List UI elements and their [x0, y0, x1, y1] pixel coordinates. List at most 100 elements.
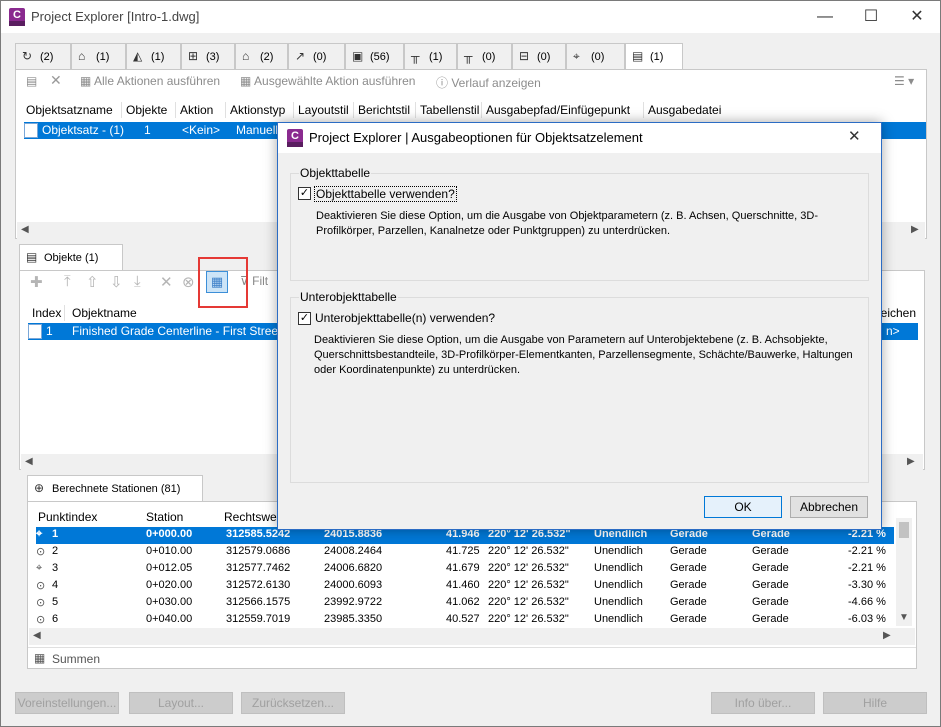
- cell-north: 24008.2464: [324, 545, 383, 557]
- scroll-left-icon[interactable]: ◀: [21, 224, 29, 235]
- scroll-right-icon[interactable]: ▶: [883, 630, 891, 641]
- crosshair-icon: ⊕: [34, 481, 45, 495]
- object-type-tab-11[interactable]: ⌖ (0): [566, 43, 625, 69]
- new-set-icon[interactable]: ▤: [26, 74, 37, 88]
- stations-horizontal-scrollbar[interactable]: ◀ ▶: [29, 628, 915, 645]
- stations-vertical-scrollbar[interactable]: ▼: [896, 518, 912, 626]
- summary-tab[interactable]: Summen: [52, 652, 100, 666]
- remove-icon[interactable]: ✕: [160, 273, 173, 291]
- subobject-table-checkbox[interactable]: ✓: [298, 312, 311, 325]
- pi-point-icon: ⌖: [36, 528, 43, 540]
- station-point-icon: ⊙: [36, 546, 46, 558]
- object-type-tab-10[interactable]: ⊟ (0): [512, 43, 566, 69]
- scroll-right-icon[interactable]: ▶: [907, 456, 915, 467]
- row-marker: [28, 324, 42, 339]
- cell-t2: Gerade: [752, 545, 789, 557]
- run-all-button[interactable]: ▦ Alle Aktionen ausführen: [80, 74, 220, 88]
- cell-station: 0+040.00: [146, 613, 193, 625]
- object-type-tab-3[interactable]: ◭ (1): [126, 43, 181, 69]
- cell-t1: Gerade: [670, 579, 707, 591]
- object-type-tab-5[interactable]: ⌂ (2): [235, 43, 288, 69]
- close-button[interactable]: ✕: [894, 1, 940, 33]
- object-type-tab-2[interactable]: ⌂ (1): [71, 43, 126, 69]
- objects-tab-icon: ▤: [26, 250, 38, 264]
- cell-dir: 220° 12' 26.532": [488, 562, 569, 574]
- layout-button[interactable]: Layout...: [129, 692, 233, 714]
- presets-button[interactable]: Voreinstellungen...: [15, 692, 119, 714]
- scroll-right-icon[interactable]: ▶: [911, 224, 919, 235]
- stations-tab[interactable]: ⊕ Berechnete Stationen (81): [27, 475, 203, 502]
- object-type-tab-6[interactable]: ↗ (0): [288, 43, 345, 69]
- ok-button[interactable]: OK: [704, 496, 782, 518]
- column-header[interactable]: Ausgabedatei: [648, 103, 721, 117]
- subobject-table-checkbox-label[interactable]: Unterobjekttabelle(n) verwenden?: [315, 311, 495, 325]
- dialog-close-button[interactable]: ✕: [848, 127, 861, 145]
- tab-type-icon: ╥: [411, 49, 420, 63]
- clear-icon[interactable]: ⊗: [182, 273, 195, 291]
- reset-button[interactable]: Zurücksetzen...: [241, 692, 345, 714]
- point-index: 3: [52, 562, 59, 574]
- layout-menu-icon[interactable]: ☰ ▾: [894, 74, 914, 88]
- table-row[interactable]: ⊙ 6 0+040.00 312559.7019 23985.3350 40.527 220…: [36, 612, 894, 629]
- object-type-tab-8[interactable]: ╥ (1): [404, 43, 457, 69]
- object-type-tab-1[interactable]: ↻ (2): [15, 43, 71, 69]
- table-row[interactable]: ⌖ 3 0+012.05 312577.7462 24006.6820 41.679 220…: [36, 561, 894, 578]
- about-button[interactable]: Info über...: [711, 692, 815, 714]
- scroll-thumb[interactable]: [899, 522, 909, 538]
- column-header[interactable]: Berichtstil: [358, 103, 410, 117]
- scroll-left-icon[interactable]: ◀: [25, 456, 33, 467]
- cancel-button[interactable]: Abbrechen: [790, 496, 868, 518]
- object-type-tab-9[interactable]: ╥ (0): [457, 43, 512, 69]
- column-header[interactable]: Ausgabepfad/Einfügepunkt: [486, 103, 630, 117]
- minimize-button[interactable]: —: [802, 1, 848, 33]
- object-table-checkbox[interactable]: ✓: [298, 187, 311, 200]
- civil3d-app-icon: C: [287, 129, 303, 147]
- move-bottom-icon[interactable]: ⤓: [134, 273, 141, 290]
- column-header[interactable]: Tabellenstil: [420, 103, 479, 117]
- object-type-tab-4[interactable]: ⊞ (3): [181, 43, 235, 69]
- cell-t1: Gerade: [670, 545, 707, 557]
- column-header[interactable]: Aktionstyp: [230, 103, 285, 117]
- objects-tab[interactable]: ▤ Objekte (1): [19, 244, 123, 271]
- cell-dir: 220° 12' 26.532": [488, 596, 569, 608]
- point-index: 2: [52, 545, 59, 557]
- cell-station: 0+030.00: [146, 596, 193, 608]
- cell-t1: Gerade: [670, 613, 707, 625]
- tab-type-icon: ⌂: [78, 49, 86, 63]
- cell-station: 0+012.05: [146, 562, 193, 574]
- info-icon: ⓘ: [436, 76, 452, 90]
- maximize-button[interactable]: ☐: [848, 1, 894, 33]
- object-type-tab-12[interactable]: ▤ (1): [625, 43, 683, 70]
- tab-count: (1): [151, 51, 165, 63]
- table-row[interactable]: ⊙ 2 0+010.00 312579.0686 24008.2464 41.725 220…: [36, 544, 894, 561]
- move-up-icon[interactable]: ⇧: [86, 273, 99, 291]
- column-header[interactable]: Aktion: [180, 103, 213, 117]
- object-type-tab-7[interactable]: ▣ (56): [345, 43, 404, 69]
- delete-icon[interactable]: ✕: [50, 72, 62, 89]
- cell-radius: Unendlich: [594, 596, 643, 608]
- cell-grade: -2.21 %: [848, 562, 886, 574]
- station-point-icon: ⊙: [36, 597, 46, 609]
- table-row[interactable]: ⊙ 5 0+030.00 312566.1575 23992.9722 41.062 220…: [36, 595, 894, 612]
- add-icon[interactable]: ✚: [30, 273, 43, 291]
- column-header[interactable]: Objektsatzname: [26, 103, 113, 117]
- column-header[interactable]: Layoutstil: [298, 103, 349, 117]
- cell-north: 24006.6820: [324, 562, 383, 574]
- table-row[interactable]: ⊙ 4 0+020.00 312572.6130 24000.6093 41.460 220…: [36, 578, 894, 595]
- tab-type-icon: ▣: [352, 49, 364, 63]
- move-down-icon[interactable]: ⇩: [110, 273, 123, 291]
- cell-radius: Unendlich: [594, 579, 643, 591]
- scroll-down-icon[interactable]: ▼: [899, 612, 909, 623]
- object-sets-toolbar: ▤ ✕ ▦ Alle Aktionen ausführen ▦ Ausgewäh…: [16, 70, 926, 94]
- move-top-icon[interactable]: ⤒: [64, 273, 71, 290]
- tab-type-icon: ⌂: [242, 49, 250, 63]
- help-button[interactable]: Hilfe: [823, 692, 927, 714]
- object-table-checkbox-label[interactable]: Objekttabelle verwenden?: [314, 186, 457, 202]
- cell-dir: 220° 12' 26.532": [488, 613, 569, 625]
- show-history-button[interactable]: ⓘ Verlauf anzeigen: [436, 74, 541, 91]
- subobject-table-description: Deaktivieren Sie diese Option, um die Au…: [314, 334, 853, 376]
- scroll-left-icon[interactable]: ◀: [33, 630, 41, 641]
- column-header[interactable]: Objekte: [126, 103, 167, 117]
- summary-icon: ▦: [34, 651, 46, 665]
- run-selected-button[interactable]: ▦ Ausgewählte Aktion ausführen: [240, 74, 415, 88]
